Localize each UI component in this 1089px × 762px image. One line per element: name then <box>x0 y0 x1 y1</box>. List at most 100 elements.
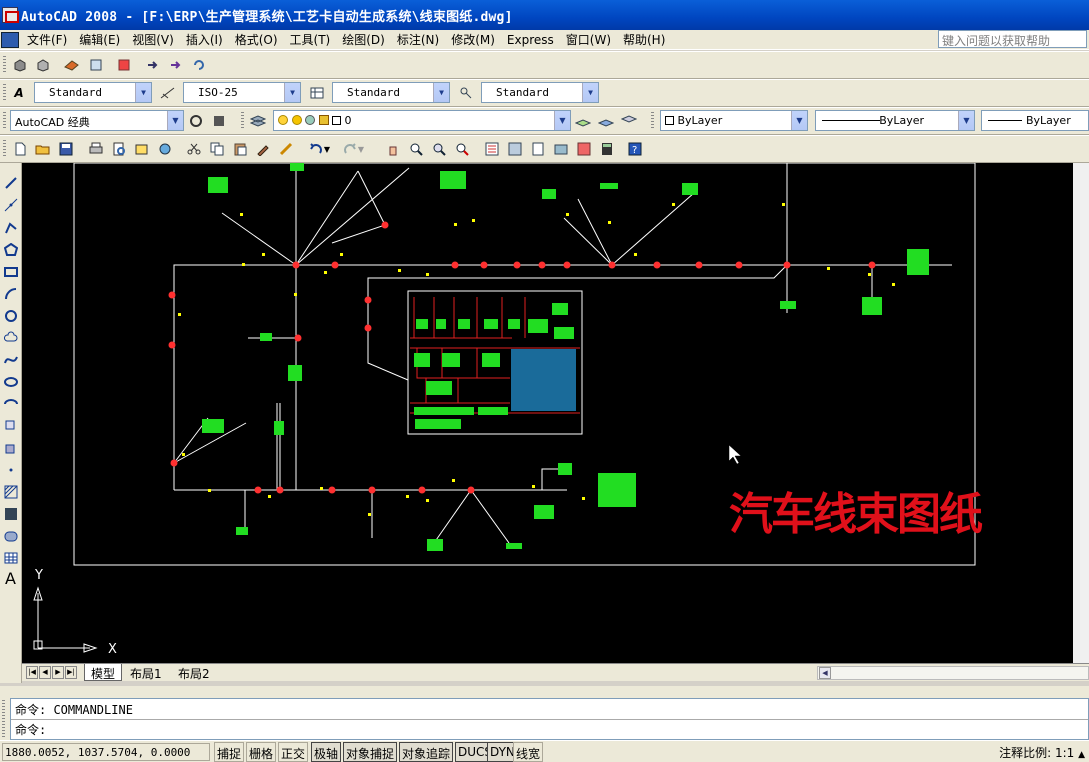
vertical-scrollbar[interactable] <box>1073 163 1089 663</box>
redo-dropdown-icon[interactable]: ▼ <box>356 139 366 159</box>
menu-format[interactable]: 格式(O) <box>231 31 282 48</box>
zoom-previous-icon[interactable] <box>452 139 472 159</box>
chevron-down-icon[interactable]: ▼ <box>791 111 807 130</box>
help-search-input[interactable]: 键入问题以获取帮助 <box>938 30 1087 48</box>
box-icon[interactable] <box>10 55 30 75</box>
save-workspace-icon[interactable] <box>209 111 229 131</box>
menu-insert[interactable]: 插入(I) <box>182 31 227 48</box>
next-tab-icon[interactable]: ▶ <box>52 666 64 679</box>
sun-icon[interactable] <box>291 115 302 125</box>
lineweight-toggle[interactable]: 线宽 <box>513 742 544 762</box>
cube-icon[interactable] <box>33 55 53 75</box>
polygon-icon[interactable] <box>1 240 20 259</box>
pan-icon[interactable] <box>383 139 403 159</box>
menu-help[interactable]: 帮助(H) <box>619 31 669 48</box>
sheet-set-icon[interactable] <box>551 139 571 159</box>
calculator-icon[interactable] <box>597 139 617 159</box>
snap-toggle[interactable]: 捕捉 <box>214 742 245 762</box>
chevron-down-icon[interactable]: ▼ <box>135 83 151 102</box>
gradient-icon[interactable] <box>1 504 20 523</box>
markup-icon[interactable] <box>574 139 594 159</box>
make-block-icon[interactable] <box>1 438 20 457</box>
layer-select[interactable]: 0 ▼ <box>273 110 571 131</box>
spline-icon[interactable] <box>1 350 20 369</box>
line-icon[interactable] <box>1 173 20 192</box>
zoom-window-icon[interactable] <box>429 139 449 159</box>
layer-previous-icon[interactable] <box>596 111 616 131</box>
table-icon[interactable] <box>1 548 20 567</box>
arrow-out-icon[interactable] <box>166 55 186 75</box>
table-style-select[interactable]: Standard ▼ <box>332 82 450 103</box>
annotation-scale[interactable]: 注释比例: 1:1 ▲ <box>999 744 1085 761</box>
dim-style-select[interactable]: ISO-25 ▼ <box>183 82 301 103</box>
command-history[interactable]: 命令: COMMANDLINE 命令: <box>10 698 1089 740</box>
save-icon[interactable] <box>56 139 76 159</box>
ortho-toggle[interactable]: 正交 <box>278 742 309 762</box>
chevron-down-icon[interactable]: ▼ <box>284 83 300 102</box>
multileader-style-select[interactable]: Standard ▼ <box>481 82 599 103</box>
tool-palettes-icon[interactable] <box>528 139 548 159</box>
text-style-icon[interactable]: A <box>9 83 29 103</box>
linetype-select[interactable]: ByLayer ▼ <box>815 110 975 131</box>
horizontal-scrollbar[interactable]: ◀ <box>817 666 1089 680</box>
print-preview-icon[interactable] <box>86 55 106 75</box>
lightbulb-icon[interactable] <box>278 115 288 125</box>
match-properties-icon[interactable] <box>253 139 273 159</box>
lineweight-select[interactable]: ByLayer <box>981 110 1089 131</box>
record-icon[interactable] <box>114 55 134 75</box>
new-file-icon[interactable] <box>10 139 30 159</box>
dim-style-icon[interactable] <box>158 83 178 103</box>
arc-icon[interactable] <box>1 284 20 303</box>
help-icon[interactable]: ? <box>625 139 645 159</box>
chevron-down-icon[interactable]: ▼ <box>433 83 449 102</box>
prev-tab-icon[interactable]: ◀ <box>39 666 51 679</box>
otrack-toggle[interactable]: 对象追踪 <box>399 742 454 762</box>
osnap-toggle[interactable]: 对象捕捉 <box>343 742 398 762</box>
tab-model[interactable]: 模型 <box>84 664 123 681</box>
text-style-select[interactable]: Standard ▼ <box>34 82 152 103</box>
multiline-text-icon[interactable]: A <box>1 569 20 588</box>
workspace-select[interactable]: AutoCAD 经典 ▼ <box>10 110 184 131</box>
ellipse-arc-icon[interactable] <box>1 394 20 413</box>
undo-dropdown-icon[interactable]: ▼ <box>322 139 332 159</box>
layer-manager-icon[interactable] <box>248 111 268 131</box>
block-editor-icon[interactable] <box>276 139 296 159</box>
design-center-icon[interactable] <box>505 139 525 159</box>
zoom-realtime-icon[interactable] <box>406 139 426 159</box>
copy-icon[interactable] <box>207 139 227 159</box>
menu-file[interactable]: 文件(F) <box>23 31 71 48</box>
region-icon[interactable] <box>1 526 20 545</box>
eraser-icon[interactable] <box>62 55 82 75</box>
grid-toggle[interactable]: 栅格 <box>246 742 277 762</box>
polyline-icon[interactable] <box>1 218 20 237</box>
scroll-left-icon[interactable]: ◀ <box>819 667 831 679</box>
viewport-freeze-icon[interactable] <box>305 115 315 125</box>
properties-icon[interactable] <box>482 139 502 159</box>
workspace-settings-icon[interactable] <box>186 111 206 131</box>
color-select[interactable]: ByLayer ▼ <box>660 110 808 131</box>
rectangle-icon[interactable] <box>1 262 20 281</box>
circle-icon[interactable] <box>1 306 20 325</box>
revision-cloud-icon[interactable] <box>1 328 20 347</box>
menu-window[interactable]: 窗口(W) <box>562 31 615 48</box>
lock-icon[interactable] <box>318 115 329 125</box>
construction-line-icon[interactable] <box>1 195 20 214</box>
autocad-icon[interactable] <box>2 7 19 23</box>
chevron-down-icon[interactable]: ▼ <box>167 111 183 130</box>
plot-icon[interactable] <box>86 139 106 159</box>
paste-icon[interactable] <box>230 139 250 159</box>
menu-draw[interactable]: 绘图(D) <box>338 31 389 48</box>
polar-toggle[interactable]: 极轴 <box>311 742 342 762</box>
refresh-icon[interactable] <box>189 55 209 75</box>
menu-edit[interactable]: 编辑(E) <box>75 31 124 48</box>
hatch-icon[interactable] <box>1 482 20 501</box>
arrow-in-icon[interactable] <box>143 55 163 75</box>
multileader-style-icon[interactable] <box>456 83 476 103</box>
menu-express[interactable]: Express <box>503 33 558 47</box>
cut-icon[interactable] <box>184 139 204 159</box>
layer-states-icon[interactable] <box>619 111 639 131</box>
insert-block-icon[interactable] <box>1 416 20 435</box>
menu-view[interactable]: 视图(V) <box>128 31 178 48</box>
publish-icon[interactable] <box>132 139 152 159</box>
point-icon[interactable] <box>1 460 20 479</box>
